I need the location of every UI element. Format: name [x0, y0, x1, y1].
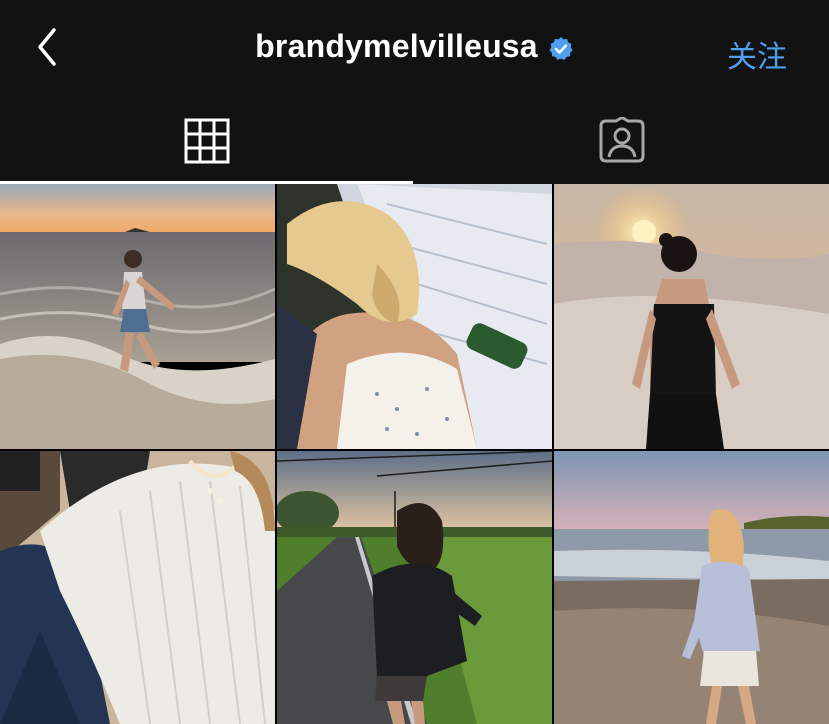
profile-header: brandymelvilleusa 关注	[0, 0, 829, 98]
verified-badge-icon	[549, 36, 573, 60]
beach-sunset-image	[0, 184, 275, 449]
tab-tagged[interactable]	[414, 98, 829, 184]
follow-button[interactable]: 关注	[727, 32, 787, 76]
post-thumbnail[interactable]	[277, 184, 552, 449]
knit-cardigan-image	[0, 451, 275, 724]
tagged-person-icon	[599, 117, 644, 163]
picnic-portrait-image	[277, 184, 552, 449]
photo-grid	[0, 184, 829, 724]
desert-sunset-image	[554, 184, 829, 449]
post-thumbnail[interactable]	[277, 451, 552, 724]
post-thumbnail[interactable]	[554, 451, 829, 724]
grid-icon	[184, 118, 230, 164]
country-road-image	[277, 451, 552, 724]
beach-evening-image	[554, 451, 829, 724]
tab-grid[interactable]	[0, 98, 414, 184]
profile-username: brandymelvilleusa	[255, 28, 538, 64]
post-thumbnail[interactable]	[0, 451, 275, 724]
post-thumbnail[interactable]	[554, 184, 829, 449]
post-thumbnail[interactable]	[0, 184, 275, 449]
profile-tabs	[0, 98, 829, 184]
title-row: brandymelvilleusa	[0, 28, 829, 65]
